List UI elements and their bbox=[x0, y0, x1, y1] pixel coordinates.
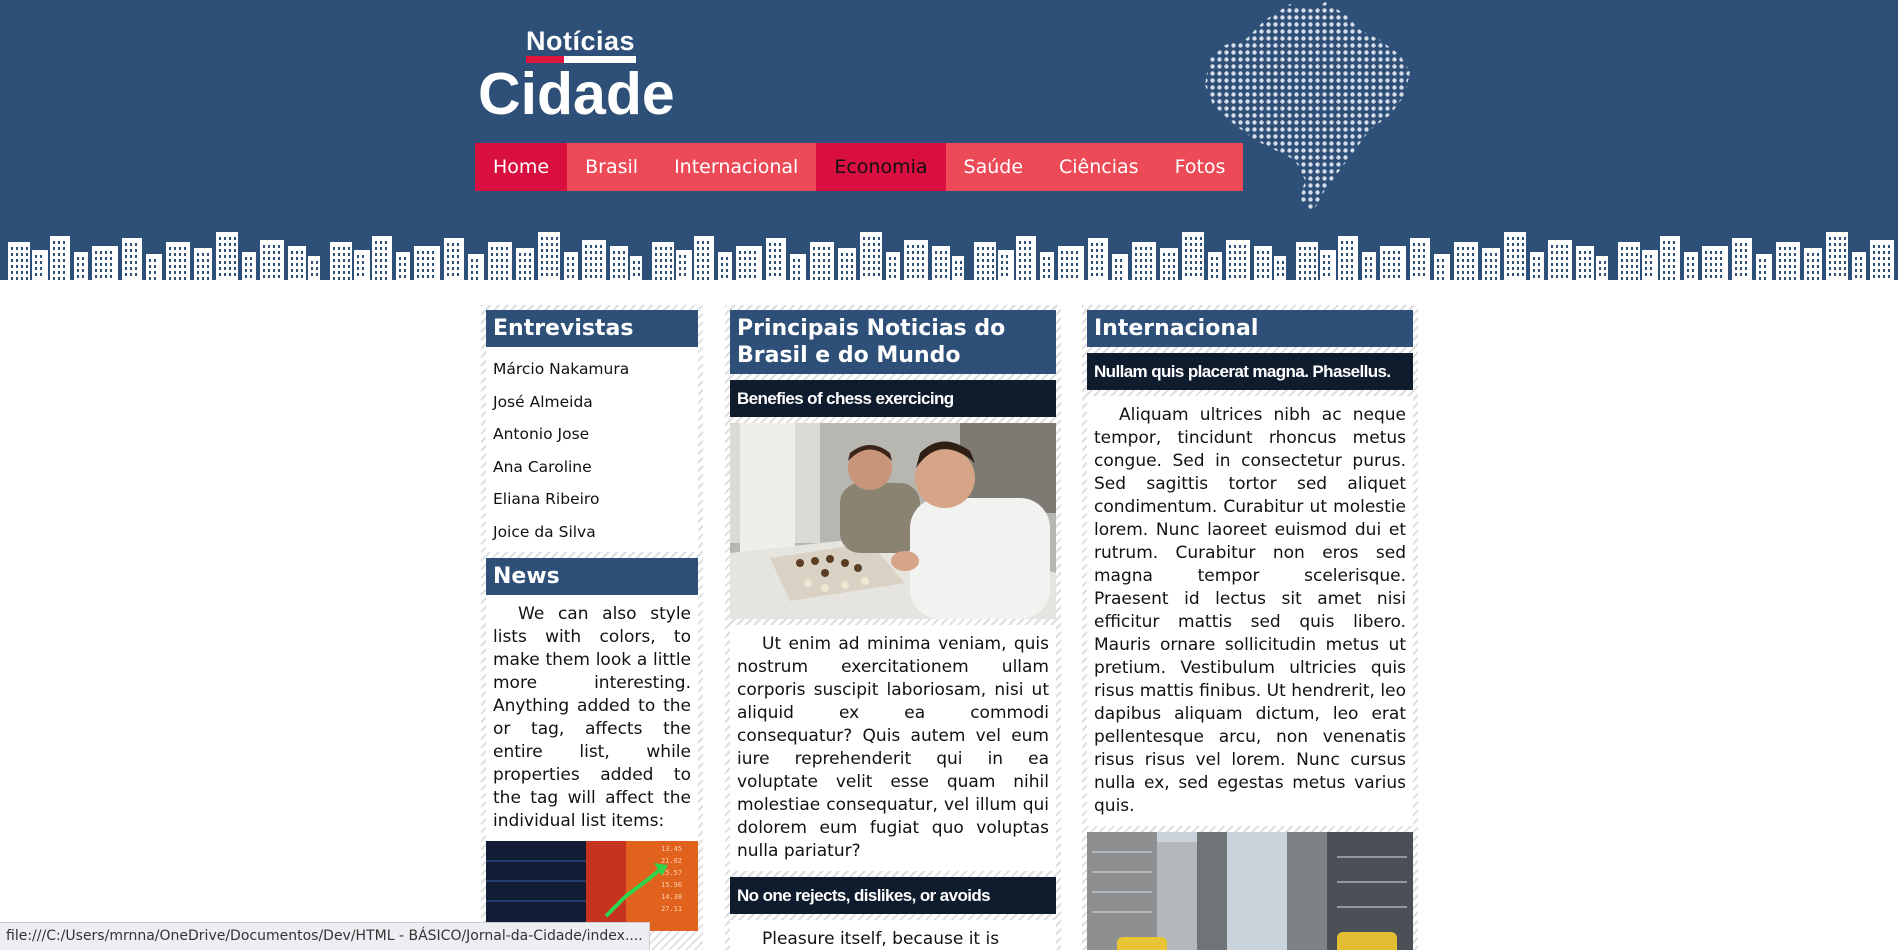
internacional-title: Internacional bbox=[1087, 310, 1413, 347]
entrevistas-title: Entrevistas bbox=[486, 310, 698, 347]
entrevista-item[interactable]: Antonio Jose bbox=[493, 418, 691, 451]
entrevistas-list: Márcio Nakamura José Almeida Antonio Jos… bbox=[486, 347, 698, 552]
entrevista-item[interactable]: Eliana Ribeiro bbox=[493, 483, 691, 516]
nav-ciencias[interactable]: Ciências bbox=[1041, 143, 1157, 191]
nav-internacional[interactable]: Internacional bbox=[656, 143, 816, 191]
article-text: Pleasure itself, because it is bbox=[730, 920, 1056, 950]
right-column: Internacional Nullam quis placerat magna… bbox=[1082, 305, 1418, 950]
nav-economia[interactable]: Economia bbox=[816, 143, 946, 191]
news-text: We can also style lists with colors, to … bbox=[486, 595, 698, 841]
logo-top-text: Notícias bbox=[526, 26, 636, 56]
browser-status-bar: file:///C:/Users/mrnna/OneDrive/Document… bbox=[0, 922, 650, 950]
article-headline[interactable]: Benefies of chess exercicing bbox=[730, 380, 1056, 417]
city-street-photo bbox=[1087, 832, 1413, 950]
svg-text:15.96: 15.96 bbox=[661, 881, 682, 889]
article-text: Aliquam ultrices nibh ac neque tempor, t… bbox=[1087, 396, 1413, 826]
article-headline[interactable]: No one rejects, dislikes, or avoids bbox=[730, 877, 1056, 914]
chess-players-photo bbox=[730, 423, 1056, 619]
entrevista-item[interactable]: Joice da Silva bbox=[493, 516, 691, 549]
article-headline[interactable]: Nullam quis placerat magna. Phasellus. bbox=[1087, 353, 1413, 390]
site-logo[interactable]: Notícias Cidade bbox=[478, 26, 678, 126]
entrevista-item[interactable]: Ana Caroline bbox=[493, 451, 691, 484]
stock-market-image: 13.4521.0225.57 15.9614.3827.11 bbox=[486, 841, 698, 931]
entrevista-item[interactable]: Márcio Nakamura bbox=[493, 353, 691, 386]
article-text: Ut enim ad minima veniam, quis nostrum e… bbox=[730, 625, 1056, 871]
svg-text:14.38: 14.38 bbox=[661, 893, 682, 901]
main-news-title: Principais Noticias do Brasil e do Mundo bbox=[730, 310, 1056, 374]
nav-fotos[interactable]: Fotos bbox=[1157, 143, 1244, 191]
nav-home[interactable]: Home bbox=[475, 143, 568, 191]
site-header: Notícias Cidade Home Brasil Internaciona… bbox=[0, 0, 1898, 286]
svg-text:21.02: 21.02 bbox=[661, 857, 682, 865]
entrevista-item[interactable]: José Almeida bbox=[493, 386, 691, 419]
svg-text:27.11: 27.11 bbox=[661, 905, 682, 913]
center-column: Principais Noticias do Brasil e do Mundo… bbox=[725, 305, 1061, 950]
city-skyline-icon bbox=[0, 232, 1898, 286]
left-column: Entrevistas Márcio Nakamura José Almeida… bbox=[481, 305, 703, 950]
svg-text:13.45: 13.45 bbox=[661, 845, 682, 853]
main-nav: Home Brasil Internacional Economia Saúde… bbox=[475, 143, 1244, 191]
nav-saude[interactable]: Saúde bbox=[946, 143, 1042, 191]
news-title: News bbox=[486, 558, 698, 595]
logo-main-text: Cidade bbox=[478, 61, 675, 127]
nav-brasil[interactable]: Brasil bbox=[567, 143, 656, 191]
